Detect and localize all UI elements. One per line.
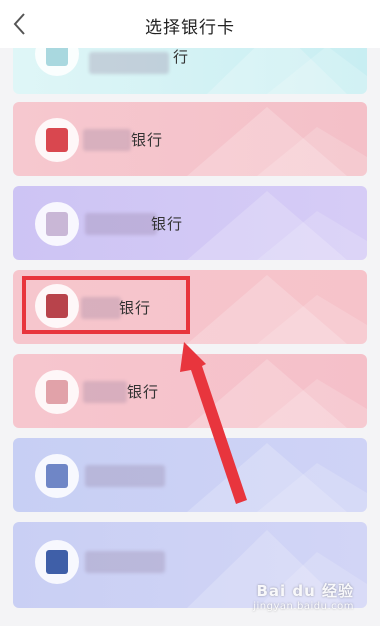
screen: 行 银行 银行 银行 银行 选择银行卡 Bai du 经验 jingyan.ba… bbox=[0, 0, 380, 626]
card-decoration bbox=[147, 438, 367, 512]
bank-logo-icon bbox=[35, 454, 79, 498]
page-title: 选择银行卡 bbox=[145, 18, 235, 38]
bank-card-3[interactable]: 银行 bbox=[13, 186, 367, 260]
bank-name-blurred bbox=[83, 381, 127, 403]
bank-card-5[interactable]: 银行 bbox=[13, 354, 367, 428]
bank-logo-icon bbox=[35, 540, 79, 584]
bank-name-suffix: 银行 bbox=[127, 383, 160, 401]
bank-logo-mark bbox=[46, 550, 68, 574]
bank-name-suffix: 银行 bbox=[131, 131, 164, 149]
bank-card-2[interactable]: 银行 bbox=[13, 102, 367, 176]
top-nav-bar: 选择银行卡 bbox=[0, 0, 380, 48]
bank-name-blurred bbox=[85, 213, 157, 235]
bank-logo-icon bbox=[35, 370, 79, 414]
bank-name-blurred bbox=[89, 52, 169, 74]
bank-card-6[interactable] bbox=[13, 438, 367, 512]
bank-name-blurred bbox=[85, 551, 165, 573]
bank-logo-mark bbox=[46, 128, 68, 152]
bank-logo-mark bbox=[46, 464, 68, 488]
highlight-box bbox=[22, 276, 190, 334]
bank-logo-icon bbox=[35, 118, 79, 162]
bank-name-blurred bbox=[83, 129, 131, 151]
bank-name-blurred bbox=[85, 465, 165, 487]
bank-logo-mark bbox=[46, 380, 68, 404]
bank-logo-mark bbox=[46, 212, 68, 236]
watermark-brand: Bai du 经验 bbox=[256, 582, 354, 600]
watermark: Bai du 经验 jingyan.baidu.com bbox=[253, 580, 354, 612]
watermark-url: jingyan.baidu.com bbox=[253, 601, 354, 612]
bank-name-suffix: 银行 bbox=[151, 215, 184, 233]
card-decoration bbox=[147, 354, 367, 428]
bank-logo-icon bbox=[35, 202, 79, 246]
card-decoration bbox=[147, 102, 367, 176]
bank-name-suffix: 行 bbox=[173, 48, 190, 66]
